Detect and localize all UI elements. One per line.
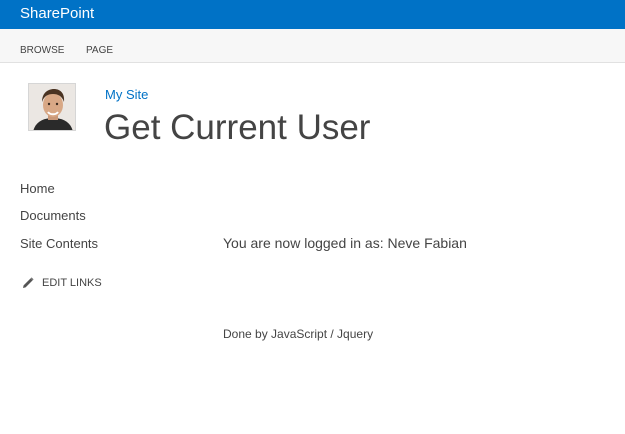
avatar: [28, 83, 76, 131]
my-site-link[interactable]: My Site: [105, 87, 148, 102]
ribbon-bar: BROWSE PAGE: [0, 29, 625, 63]
footer-note: Done by JavaScript / Jquery: [223, 327, 374, 341]
nav-item-home[interactable]: Home: [20, 181, 55, 196]
suite-bar: SharePoint: [0, 0, 625, 29]
user-avatar-photo-icon: [29, 84, 75, 130]
tab-browse[interactable]: BROWSE: [20, 45, 64, 56]
nav-item-site-contents[interactable]: Site Contents: [20, 236, 98, 251]
logged-in-message: You are now logged in as: Neve Fabian: [223, 235, 467, 251]
nav-item-documents[interactable]: Documents: [20, 208, 86, 223]
tab-page[interactable]: PAGE: [86, 45, 113, 56]
edit-links-label: EDIT LINKS: [42, 277, 102, 289]
pencil-icon: [23, 277, 34, 288]
page-title: Get Current User: [104, 108, 371, 147]
sharepoint-brand[interactable]: SharePoint: [20, 5, 94, 22]
